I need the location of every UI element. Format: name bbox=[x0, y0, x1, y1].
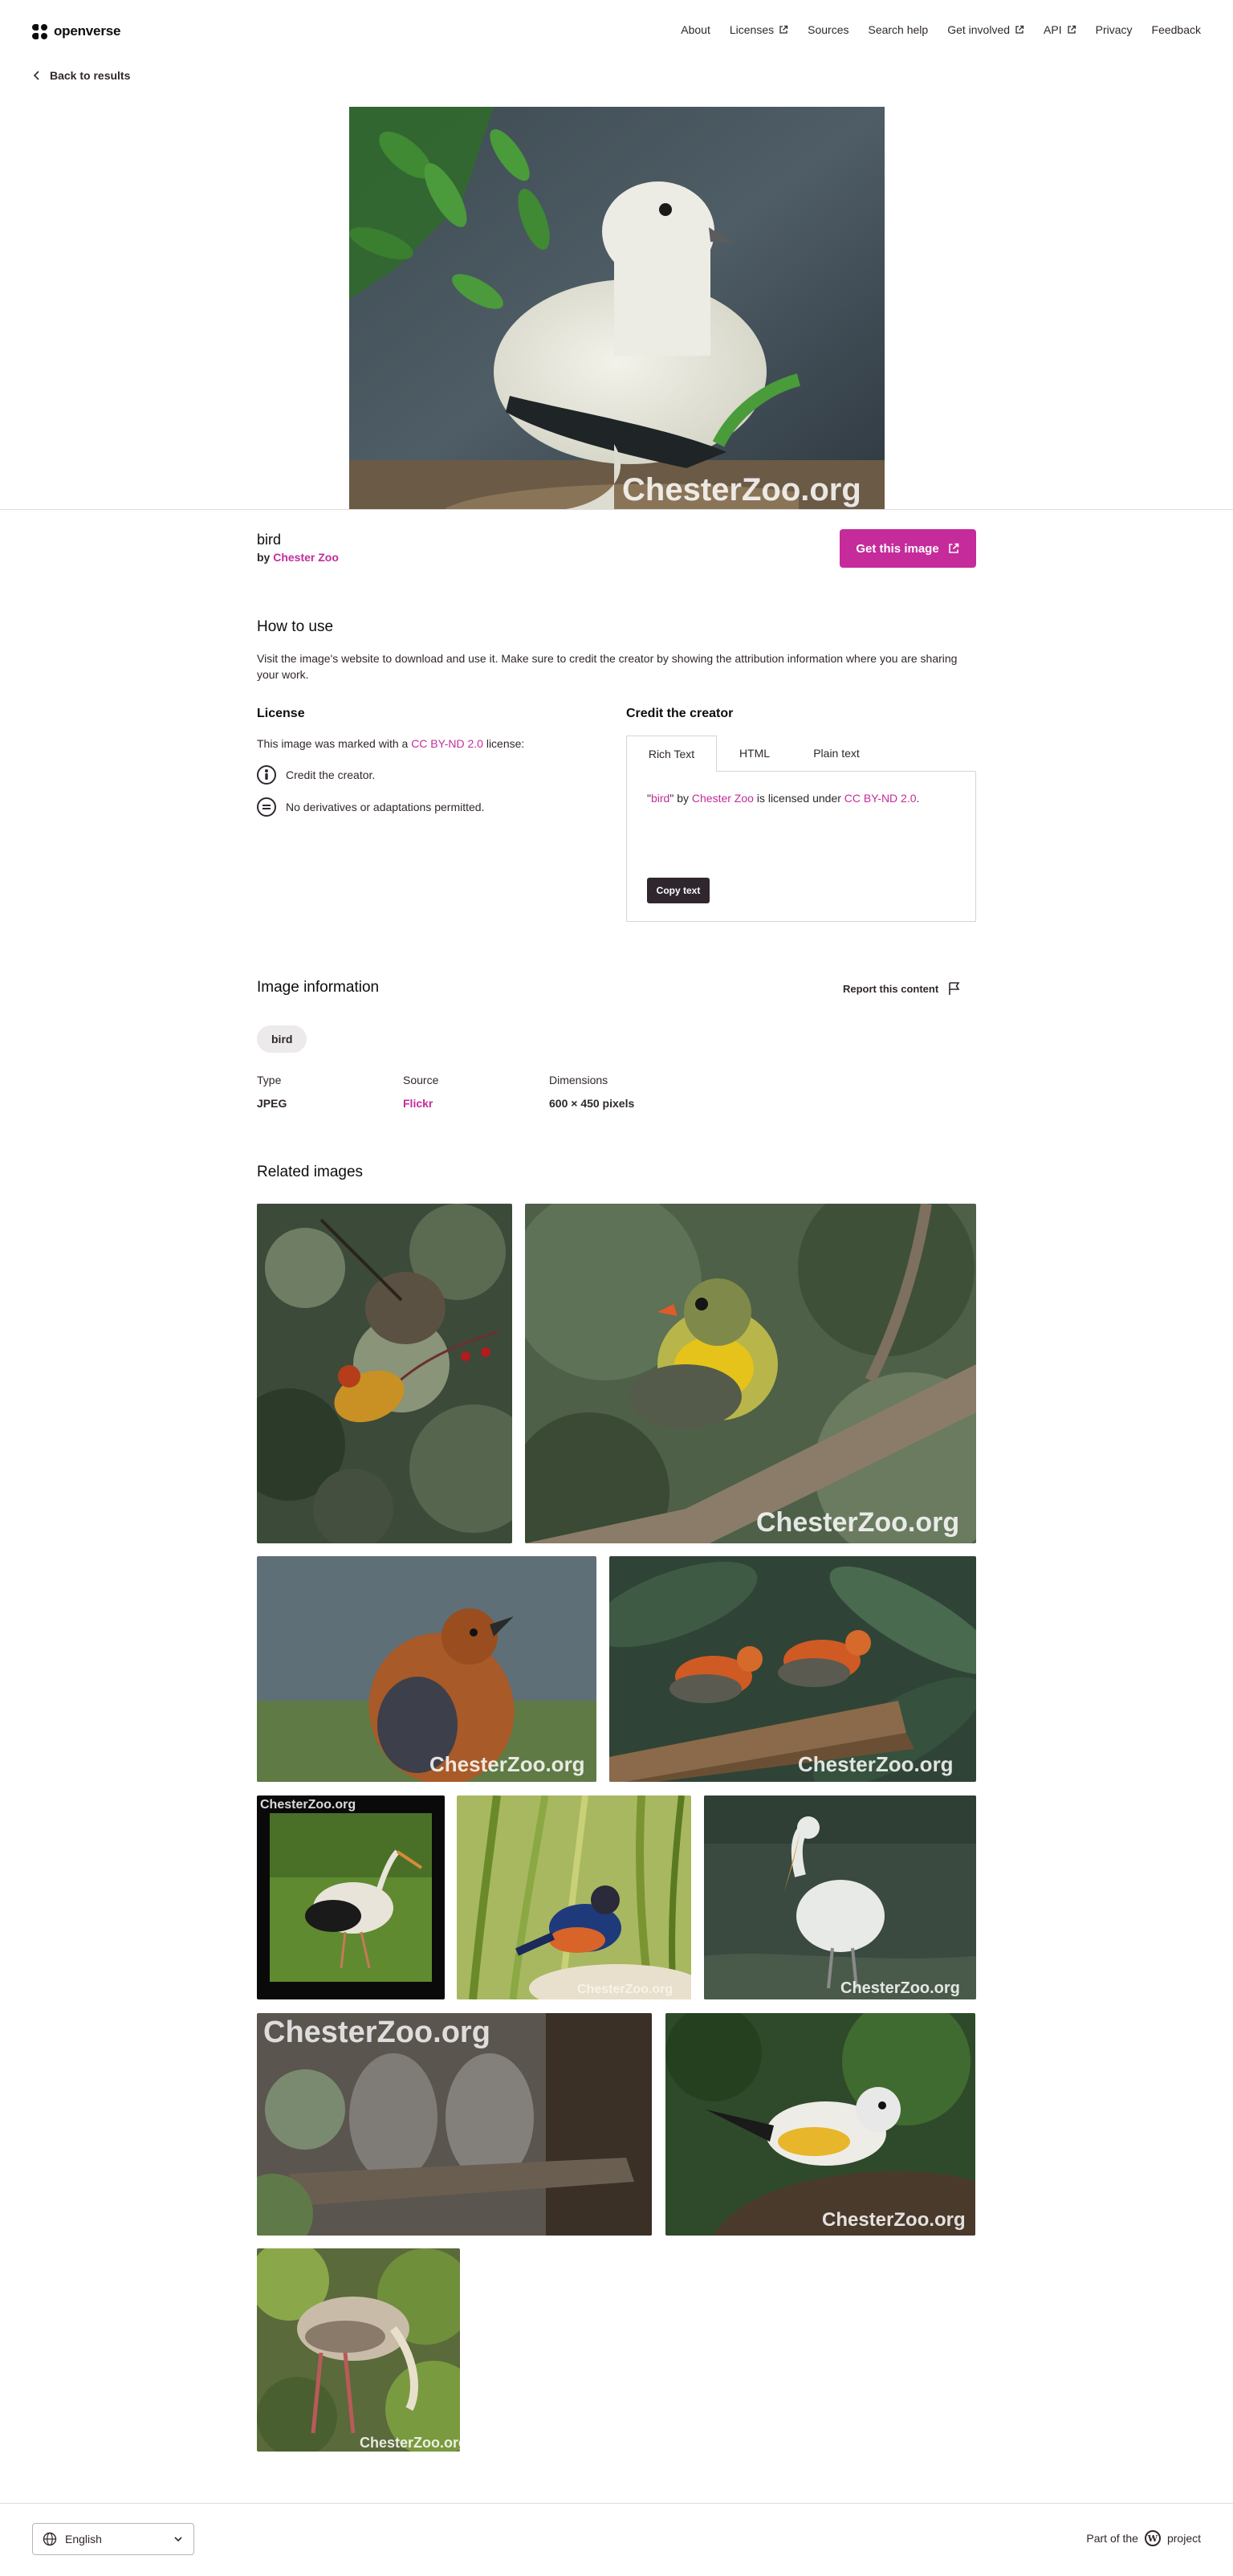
part-of-wordpress: Part of the W project bbox=[1086, 2530, 1201, 2546]
credit-panel: "bird" by Chester Zoo is licensed under … bbox=[626, 771, 976, 922]
info-dimensions-value: 600 × 450 pixels bbox=[549, 1097, 635, 1110]
license-link[interactable]: CC BY-ND 2.0 bbox=[411, 737, 483, 750]
nav-feedback[interactable]: Feedback bbox=[1152, 23, 1201, 36]
license-text: This image was marked with a CC BY-ND 2.… bbox=[257, 737, 525, 750]
get-this-image-button[interactable]: Get this image bbox=[840, 529, 976, 568]
main-image-area: ChesterZoo.org bbox=[0, 107, 1233, 510]
chevron-left-icon bbox=[33, 71, 39, 80]
openverse-logo[interactable]: openverse bbox=[32, 22, 120, 41]
main-image: ChesterZoo.org bbox=[349, 107, 885, 510]
tab-plain-text[interactable]: Plain text bbox=[792, 736, 881, 771]
related-image-7[interactable]: ChesterZoo.org bbox=[704, 1795, 976, 1999]
svg-text:ChesterZoo.org: ChesterZoo.org bbox=[360, 2435, 460, 2451]
how-to-use-heading: How to use bbox=[257, 618, 334, 635]
info-dimensions-label: Dimensions bbox=[549, 1074, 608, 1086]
license-item-credit: Credit the creator. bbox=[257, 765, 375, 785]
license-link[interactable]: CC BY-ND 2.0 bbox=[844, 792, 917, 805]
logo-text: openverse bbox=[54, 23, 121, 39]
cc-by-icon bbox=[257, 765, 276, 785]
nav-api[interactable]: API bbox=[1044, 23, 1076, 36]
attribution-text: "bird" by Chester Zoo is licensed under … bbox=[647, 792, 920, 805]
globe-icon bbox=[43, 2532, 57, 2546]
site-header: openverse About Licenses Sources Search … bbox=[0, 0, 1233, 63]
section-divider bbox=[0, 509, 1233, 510]
external-link-icon bbox=[1067, 25, 1076, 34]
external-link-icon bbox=[779, 25, 788, 34]
svg-text:ChesterZoo.org: ChesterZoo.org bbox=[756, 1507, 959, 1538]
flag-icon bbox=[949, 982, 960, 995]
license-heading: License bbox=[257, 707, 305, 720]
license-item-nd: No derivatives or adaptations permitted. bbox=[257, 797, 484, 817]
related-image-1[interactable] bbox=[257, 1204, 512, 1543]
nav-get-involved[interactable]: Get involved bbox=[947, 23, 1024, 36]
related-image-3[interactable]: ChesterZoo.org bbox=[257, 1556, 596, 1782]
info-source-link[interactable]: Flickr bbox=[403, 1097, 433, 1110]
tab-rich-text[interactable]: Rich Text bbox=[626, 736, 717, 772]
nav-about[interactable]: About bbox=[681, 23, 710, 36]
related-image-8[interactable]: ChesterZoo.org bbox=[257, 2013, 652, 2236]
svg-text:ChesterZoo.org: ChesterZoo.org bbox=[429, 1752, 585, 1776]
nav-search-help[interactable]: Search help bbox=[868, 23, 928, 36]
language-select[interactable]: English bbox=[32, 2523, 194, 2555]
svg-text:ChesterZoo.org: ChesterZoo.org bbox=[622, 472, 861, 507]
main-nav: About Licenses Sources Search help Get i… bbox=[681, 23, 1201, 36]
work-link[interactable]: bird bbox=[651, 792, 669, 805]
svg-text:ChesterZoo.org: ChesterZoo.org bbox=[798, 1752, 954, 1776]
footer-divider bbox=[0, 2503, 1233, 2504]
copy-text-button[interactable]: Copy text bbox=[647, 878, 710, 903]
svg-text:ChesterZoo.org: ChesterZoo.org bbox=[840, 1979, 960, 1997]
creator-link[interactable]: Chester Zoo bbox=[273, 551, 339, 564]
back-to-results-link[interactable]: Back to results bbox=[32, 69, 130, 82]
related-image-5[interactable]: ChesterZoo.org bbox=[257, 1795, 445, 1999]
how-to-use-text: Visit the image's website to download an… bbox=[257, 652, 958, 681]
svg-text:ChesterZoo.org: ChesterZoo.org bbox=[263, 2016, 490, 2049]
external-link-icon bbox=[948, 543, 958, 553]
nav-sources[interactable]: Sources bbox=[808, 23, 848, 36]
related-image-9[interactable]: ChesterZoo.org bbox=[665, 2013, 975, 2236]
related-image-6[interactable]: ChesterZoo.org bbox=[457, 1795, 691, 1999]
image-title: bird bbox=[257, 532, 282, 548]
svg-text:ChesterZoo.org: ChesterZoo.org bbox=[577, 1983, 673, 1996]
nav-privacy[interactable]: Privacy bbox=[1096, 23, 1133, 36]
related-image-10[interactable]: ChesterZoo.org bbox=[257, 2248, 460, 2452]
external-link-icon bbox=[1015, 25, 1024, 34]
info-source-label: Source bbox=[403, 1074, 439, 1086]
info-type-label: Type bbox=[257, 1074, 282, 1086]
related-images-heading: Related images bbox=[257, 1164, 364, 1180]
cc-nd-icon bbox=[257, 797, 276, 817]
svg-text:ChesterZoo.org: ChesterZoo.org bbox=[822, 2209, 966, 2231]
wordpress-icon[interactable]: W bbox=[1144, 2530, 1161, 2546]
info-type-value: JPEG bbox=[257, 1097, 287, 1110]
creator-link[interactable]: Chester Zoo bbox=[692, 792, 754, 805]
chevron-down-icon bbox=[174, 2537, 182, 2542]
credit-heading: Credit the creator bbox=[626, 707, 734, 720]
related-image-4[interactable]: ChesterZoo.org bbox=[609, 1556, 976, 1782]
logo-mark-icon bbox=[32, 23, 47, 39]
tag-bird[interactable]: bird bbox=[257, 1025, 307, 1053]
related-image-2[interactable]: ChesterZoo.org bbox=[525, 1204, 976, 1543]
image-byline: by Chester Zoo bbox=[257, 551, 339, 564]
svg-text:ChesterZoo.org: ChesterZoo.org bbox=[260, 1798, 356, 1812]
image-information-heading: Image information bbox=[257, 979, 380, 996]
report-content-button[interactable]: Report this content bbox=[843, 981, 961, 996]
credit-tabs: Rich Text HTML Plain text bbox=[626, 736, 976, 772]
nav-licenses[interactable]: Licenses bbox=[730, 23, 788, 36]
tab-html[interactable]: HTML bbox=[717, 736, 792, 771]
